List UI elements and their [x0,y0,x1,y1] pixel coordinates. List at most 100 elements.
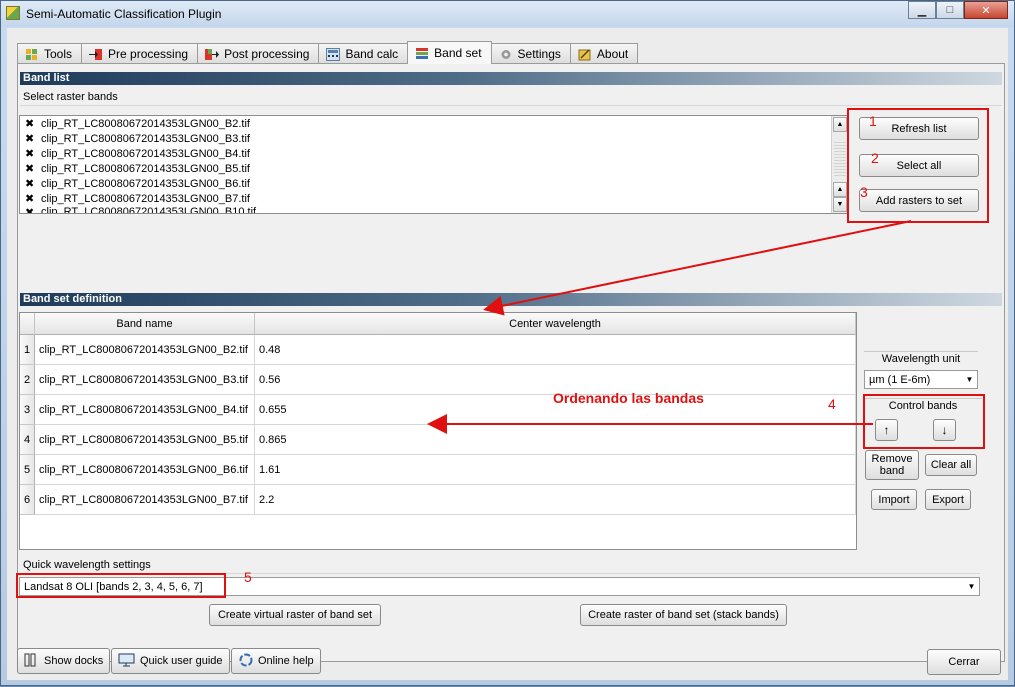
checked-box-icon[interactable]: ✖ [25,117,36,130]
list-item[interactable]: ✖ clip_RT_LC80080672014353LGN00_B4.tif [20,146,847,161]
band-list-scrollbar[interactable]: ▲ ▲ ▼ [831,116,847,213]
window-title: Semi-Automatic Classification Plugin [26,7,222,21]
checked-box-icon[interactable]: ✖ [25,132,36,145]
annotation-number: 3 [860,184,868,200]
tab-band-set[interactable]: Band set [407,41,492,64]
wavelength-unit-label: Wavelength unit [864,351,978,365]
row-header[interactable]: 6 [20,485,35,515]
post-processing-icon [205,48,220,61]
tools-icon [25,48,39,61]
checked-box-icon[interactable]: ✖ [25,192,36,205]
online-help-button[interactable]: Online help [231,648,321,674]
band-calc-icon [326,47,341,61]
band-set-definition-header: Band set definition [20,293,1002,306]
column-header-band-name[interactable]: Band name [35,313,255,335]
band-set-table: Band name Center wavelength 1 clip_RT_LC… [19,312,857,550]
tab-label: Tools [44,47,73,61]
title-bar: Semi-Automatic Classification Plugin ▁ □… [1,1,1014,27]
show-docks-button[interactable]: Show docks [17,648,111,674]
tab-label: Band set [434,46,482,60]
list-item[interactable]: ✖ clip_RT_LC80080672014353LGN00_B2.tif [20,116,847,131]
tab-tools[interactable]: Tools [17,43,83,64]
list-item[interactable]: ✖ clip_RT_LC80080672014353LGN00_B6.tif [20,176,847,191]
about-icon [578,48,592,61]
settings-icon [499,48,513,61]
export-button[interactable]: Export [925,489,971,510]
create-stack-raster-button[interactable]: Create raster of band set (stack bands) [580,604,787,626]
monitor-icon [118,653,136,670]
refresh-cycle-icon [238,652,254,671]
wavelength-cell[interactable]: 2.2 [255,485,856,515]
wavelength-cell[interactable]: 0.48 [255,335,856,365]
checked-box-icon[interactable]: ✖ [25,147,36,160]
quick-user-guide-button[interactable]: Quick user guide [111,648,230,674]
row-header[interactable]: 3 [20,395,35,425]
tab-label: About [596,47,629,61]
column-header-center-wavelength[interactable]: Center wavelength [255,313,856,335]
annotation-number: 4 [828,396,836,412]
scroll-thumb[interactable] [834,142,846,178]
import-button[interactable]: Import [871,489,917,510]
scroll-down-icon[interactable]: ▼ [833,197,847,212]
list-item[interactable]: ✖ clip_RT_LC80080672014353LGN00_B5.tif [20,161,847,176]
tab-post-processing[interactable]: Post processing [197,43,320,64]
tab-band-calc[interactable]: Band calc [318,43,409,64]
chevron-down-icon[interactable]: ▼ [964,578,979,595]
remove-band-button[interactable]: Remove band [865,450,919,480]
raster-band-list[interactable]: ✖ clip_RT_LC80080672014353LGN00_B2.tif ✖ c… [19,115,848,214]
tab-label: Pre processing [108,47,189,61]
tab-label: Band calc [345,47,399,61]
scroll-up-icon[interactable]: ▲ [833,117,847,132]
checked-box-icon[interactable]: ✖ [25,177,36,190]
tab-about[interactable]: About [569,43,639,64]
annotation-box-quick-settings [16,573,226,598]
annotation-box-control-bands [863,394,985,449]
annotation-number: 1 [869,113,877,129]
list-item[interactable]: ✖ clip_RT_LC80080672014353LGN00_B10.tif [20,206,847,213]
annotation-ordering-text: Ordenando las bandas [553,390,704,406]
plugin-window: Semi-Automatic Classification Plugin ▁ □… [0,0,1015,686]
band-name-cell[interactable]: clip_RT_LC80080672014353LGN00_B7.tif [35,485,255,515]
band-name-cell[interactable]: clip_RT_LC80080672014353LGN00_B3.tif [35,365,255,395]
tab-label: Settings [517,47,561,61]
close-dialog-button[interactable]: Cerrar [927,649,1001,675]
tab-pre-processing[interactable]: Pre processing [81,43,199,64]
wavelength-unit-select[interactable]: µm (1 E-6m) ▼ [864,370,978,389]
row-header[interactable]: 5 [20,455,35,485]
clear-all-button[interactable]: Clear all [925,454,977,476]
tab-settings[interactable]: Settings [490,43,571,64]
list-item[interactable]: ✖ clip_RT_LC80080672014353LGN00_B7.tif [20,191,847,206]
quick-wavelength-settings-caption: Quick wavelength settings [20,559,980,574]
band-name-cell[interactable]: clip_RT_LC80080672014353LGN00_B2.tif [35,335,255,365]
checked-box-icon[interactable]: ✖ [25,162,36,175]
row-header[interactable]: 2 [20,365,35,395]
chevron-down-icon[interactable]: ▼ [962,371,977,388]
wavelength-cell[interactable]: 0.865 [255,425,856,455]
row-header[interactable]: 4 [20,425,35,455]
close-window-button[interactable]: ✕ [964,1,1008,19]
wavelength-cell[interactable]: 1.61 [255,455,856,485]
annotation-number: 2 [871,150,879,166]
annotation-number: 5 [244,569,252,585]
create-virtual-raster-button[interactable]: Create virtual raster of band set [209,604,381,626]
maximize-button[interactable]: □ [936,1,964,19]
band-list-header: Band list [20,72,1002,85]
list-item[interactable]: ✖ clip_RT_LC80080672014353LGN00_B3.tif [20,131,847,146]
window-controls: ▁ □ ✕ [908,1,1008,19]
band-name-cell[interactable]: clip_RT_LC80080672014353LGN00_B6.tif [35,455,255,485]
corner-header [20,313,35,335]
pre-processing-icon [89,48,103,61]
row-header[interactable]: 1 [20,335,35,365]
select-raster-bands-caption: Select raster bands [20,91,1002,106]
plugin-logo-icon [6,6,20,20]
band-name-cell[interactable]: clip_RT_LC80080672014353LGN00_B4.tif [35,395,255,425]
band-set-panel: Band list Select raster bands ✖ clip_RT_L… [16,63,1005,662]
band-set-icon [415,47,429,60]
dialog-client-area: Tools Pre processing Post processing Ban… [7,28,1008,680]
minimize-button[interactable]: ▁ [908,1,936,19]
checked-box-icon[interactable]: ✖ [25,206,36,213]
scroll-up-icon[interactable]: ▲ [833,182,847,197]
tab-bar: Tools Pre processing Post processing Ban… [17,41,639,64]
band-name-cell[interactable]: clip_RT_LC80080672014353LGN00_B5.tif [35,425,255,455]
tab-label: Post processing [224,47,310,61]
